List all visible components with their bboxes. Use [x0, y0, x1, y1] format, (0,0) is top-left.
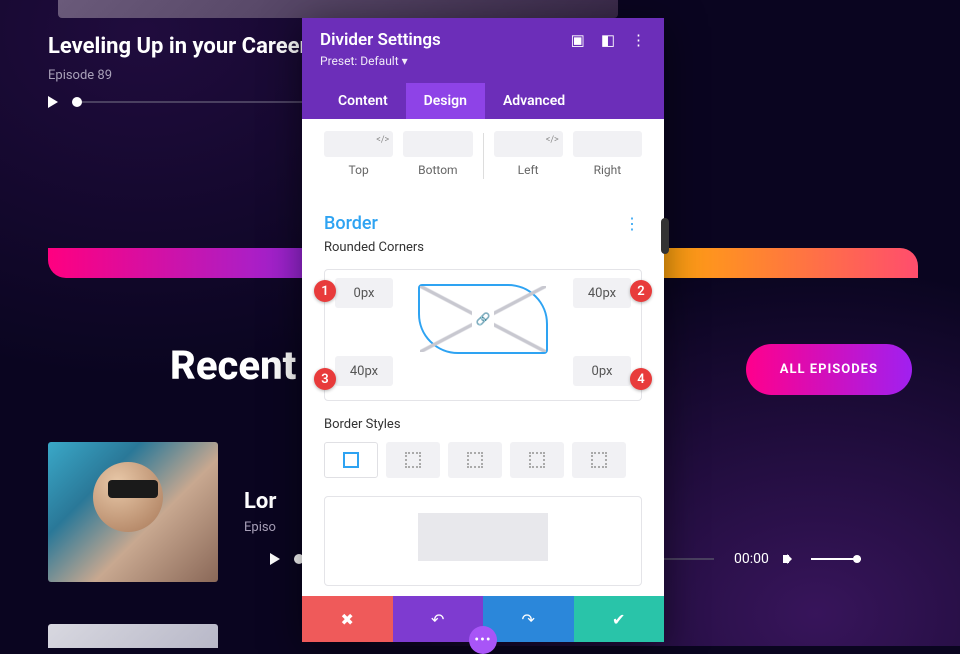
episode-title: Lor	[244, 489, 276, 514]
spacing-top-label: Top	[324, 163, 393, 177]
spacing-top-input[interactable]	[324, 131, 393, 157]
episode-row: Lor Episo	[48, 442, 276, 582]
time-display: 00:00	[734, 551, 769, 567]
divider-settings-modal: Divider Settings ▣ ◧ ⋮ Preset: Default ▾…	[302, 18, 664, 642]
spacing-right-input[interactable]	[573, 131, 642, 157]
border-section-heading[interactable]: Border	[324, 213, 378, 234]
scrollbar[interactable]	[661, 218, 669, 254]
kebab-icon[interactable]: ⋮	[631, 31, 646, 49]
border-styles-group	[302, 442, 664, 492]
tab-advanced[interactable]: Advanced	[485, 83, 583, 119]
episode-subtitle: Episo	[244, 520, 276, 535]
border-style-bottom[interactable]	[572, 442, 626, 478]
episode-thumbnail[interactable]	[48, 624, 218, 648]
panel-icon[interactable]: ◧	[601, 31, 615, 49]
all-episodes-button[interactable]: ALL EPISODES	[746, 344, 912, 395]
corner-tl-input[interactable]	[335, 278, 393, 308]
tab-design[interactable]: Design	[406, 83, 485, 119]
progress-handle[interactable]	[72, 97, 82, 107]
volume-track[interactable]	[811, 558, 861, 560]
hero-title: Leveling Up in your Career, w	[48, 34, 333, 59]
cancel-button[interactable]: ✖	[302, 596, 393, 642]
spacing-left-label: Left	[494, 163, 563, 177]
marker-2: 2	[630, 280, 652, 302]
border-style-solid[interactable]	[324, 442, 378, 478]
spacing-right-label: Right	[573, 163, 642, 177]
border-style-top[interactable]	[448, 442, 502, 478]
recent-heading: Recent	[170, 342, 296, 389]
border-preview	[324, 496, 642, 586]
marker-4: 4	[630, 368, 652, 390]
spacing-bottom-label: Bottom	[403, 163, 472, 177]
border-styles-label: Border Styles	[302, 415, 664, 442]
corner-preview: 🔗	[418, 284, 548, 354]
link-icon[interactable]: 🔗	[472, 310, 495, 328]
volume-icon[interactable]	[783, 552, 797, 566]
marker-3: 3	[314, 368, 336, 390]
save-button[interactable]: ✔	[574, 596, 665, 642]
modal-body: Top Bottom Left Right Border ⋮ Rounded C…	[302, 119, 664, 596]
preview-fill	[418, 513, 548, 561]
corner-tr-input[interactable]	[573, 278, 631, 308]
modal-title: Divider Settings	[320, 30, 441, 50]
hero-subtitle: Episode 89	[48, 68, 112, 83]
border-style-all[interactable]	[386, 442, 440, 478]
tabs: Content Design Advanced	[320, 83, 646, 119]
spacing-left-input[interactable]	[494, 131, 563, 157]
section-kebab-icon[interactable]: ⋮	[624, 214, 642, 233]
modal-header: Divider Settings ▣ ◧ ⋮ Preset: Default ▾…	[302, 18, 664, 119]
episode-thumbnail[interactable]	[48, 442, 218, 582]
marker-1: 1	[314, 280, 336, 302]
more-bubble-icon[interactable]: •••	[469, 626, 497, 654]
play-icon[interactable]	[270, 553, 280, 565]
corner-br-input[interactable]	[573, 356, 631, 386]
expand-icon[interactable]: ▣	[571, 31, 585, 49]
hero-thumbnail	[58, 0, 618, 18]
rounded-corners-label: Rounded Corners	[302, 238, 664, 265]
corner-bl-input[interactable]	[335, 356, 393, 386]
tab-content[interactable]: Content	[320, 83, 406, 119]
preset-dropdown[interactable]: Preset: Default ▾	[320, 54, 408, 68]
spacing-bottom-input[interactable]	[403, 131, 472, 157]
rounded-corners-control: 1 2 3 4 🔗	[324, 269, 642, 401]
border-style-right[interactable]	[510, 442, 564, 478]
play-icon[interactable]	[48, 96, 58, 108]
redo-button[interactable]: ↷	[483, 596, 574, 642]
